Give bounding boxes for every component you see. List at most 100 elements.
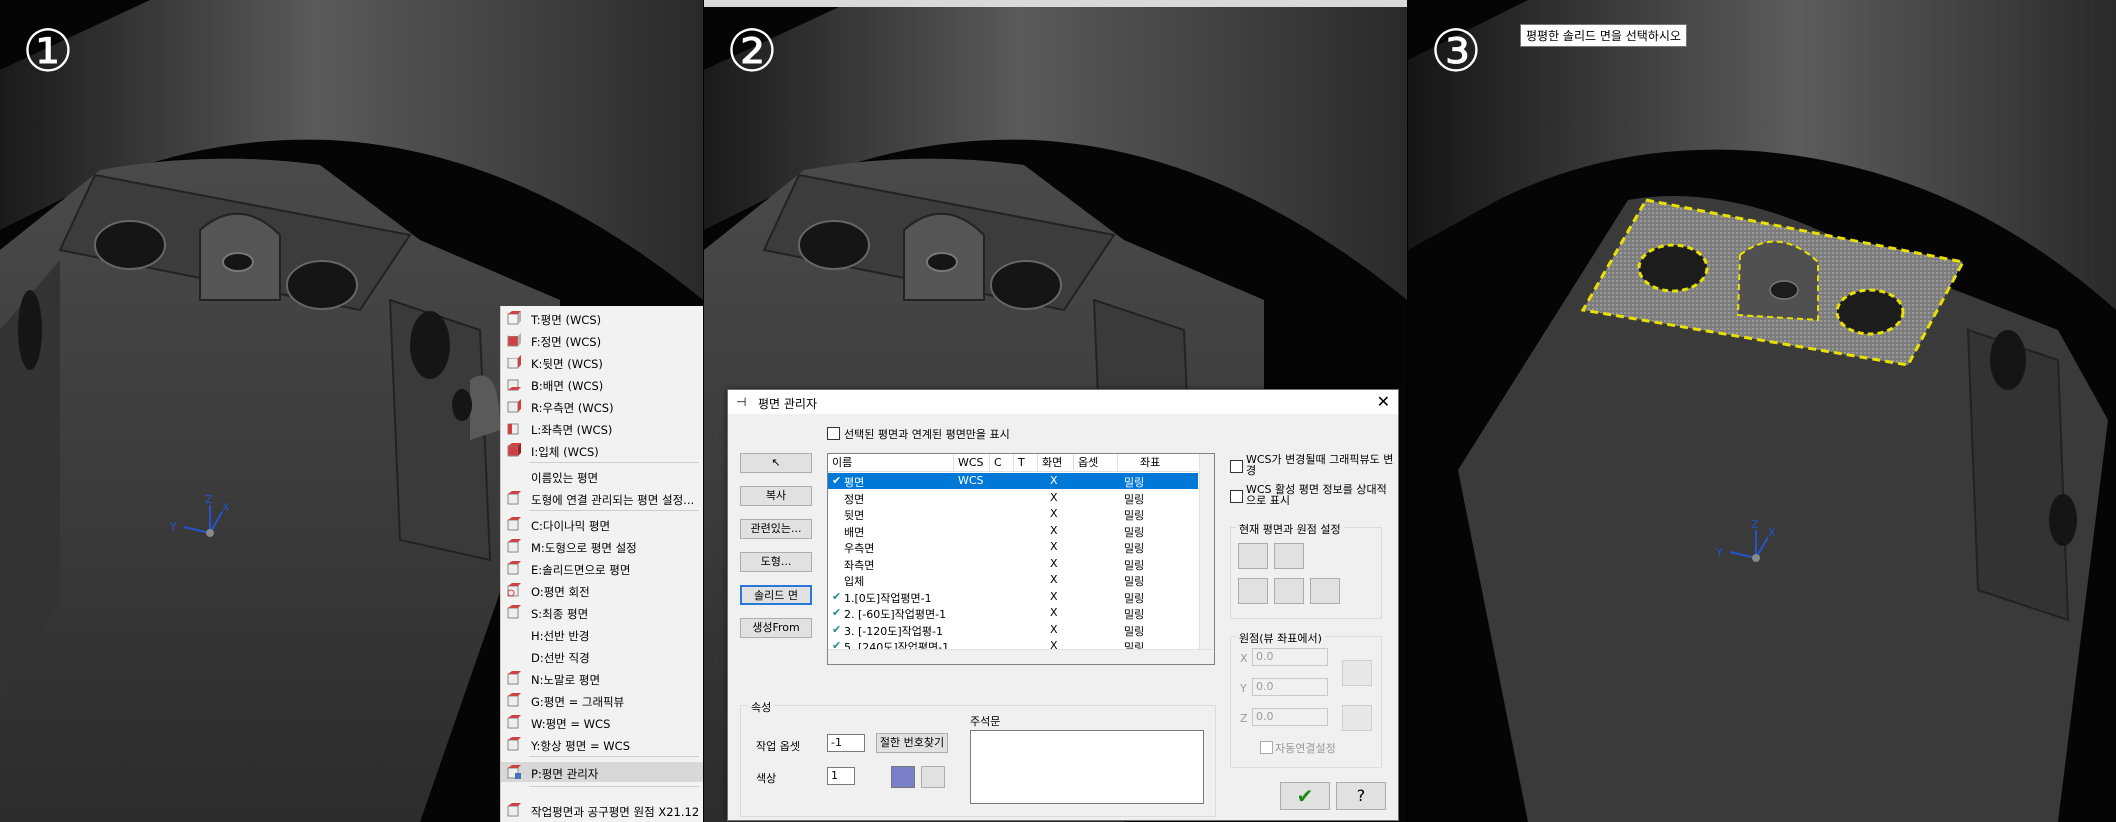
work-offset-input[interactable]: -1 [827, 734, 865, 752]
create-from-button[interactable]: 생성From [740, 618, 812, 638]
plane-list[interactable]: 이름 WCS C T 화면 옵셋 좌표 ✔ 평면 WCS X 밀링 정면 X 밀링 뒷면 X 밀링 배… [827, 453, 1215, 665]
pick-origin-icon[interactable] [1342, 660, 1372, 686]
plane-row[interactable]: 입체 X 밀링 [828, 572, 1198, 588]
plane-cube-icon [506, 420, 522, 436]
menu-item-bottom[interactable]: B:배면 (WCS) [501, 374, 703, 394]
plane-cube-icon [506, 692, 522, 708]
current-plane-group [1230, 527, 1382, 619]
plane-row-name: 좌측면 [844, 558, 875, 572]
menu-item-origin[interactable]: 작업평면과 공구평면 원점 X21.12 Y [501, 800, 703, 820]
plane-row[interactable]: 정면 X 밀링 [828, 490, 1198, 506]
step-number-1: ① [22, 17, 74, 85]
viewport-step-3[interactable]: Z Y X ③ [1408, 0, 2116, 822]
menu-item-rotate[interactable]: O:평면 회전 [501, 580, 703, 600]
col-name[interactable]: 이름 [828, 454, 954, 472]
close-icon[interactable]: ✕ [1377, 392, 1390, 411]
ok-button[interactable]: ✔ [1280, 782, 1330, 810]
menu-item-top[interactable]: T:평면 (WCS) [501, 308, 703, 328]
plane-manager-dialog: ⊣ 평면 관리자 ✕ 선택된 평면과 연계된 평면만을 표시 ↖ 복사 관련있는… [727, 389, 1399, 821]
origin-z-input[interactable]: 0.0 [1252, 708, 1328, 726]
menu-item-solid-face[interactable]: E:솔리드면으로 평면 [501, 558, 703, 578]
plane-row-name: 평면 [844, 476, 865, 489]
select-button[interactable]: ↖ [740, 453, 812, 473]
menu-item-back[interactable]: K:뒷면 (WCS) [501, 352, 703, 372]
plane-row-check: ✔ [832, 622, 842, 636]
plane-row-coord: 밀링 [1124, 492, 1145, 506]
solid-face-button[interactable]: 솔리드 면 [740, 585, 812, 605]
title-strip [704, 0, 1407, 7]
plane-row[interactable]: 뒷면 X 밀링 [828, 506, 1198, 522]
plane-row-coord: 밀링 [1124, 509, 1145, 522]
plane-row-screen: X [1050, 573, 1058, 586]
vertical-scrollbar[interactable] [1199, 454, 1214, 650]
reset-origin-icon[interactable] [1342, 705, 1372, 731]
comment-textarea[interactable] [970, 730, 1204, 804]
plane-row[interactable]: ✔ 1.[0도]작업평면-1 X 밀링 [828, 589, 1198, 605]
current-plane-title: 현재 평면과 원점 설정 [1236, 521, 1344, 537]
plane-manager-icon [506, 764, 522, 780]
plane-row[interactable]: ✔ 3. [-120도]작업평-1 X 밀링 [828, 622, 1198, 638]
col-offset[interactable]: 옵셋 [1074, 454, 1118, 472]
plane-row[interactable]: 우측면 X 밀링 [828, 539, 1198, 555]
set-plane-icon[interactable] [1238, 543, 1268, 569]
color-palette-icon[interactable] [921, 766, 945, 788]
menu-item-lathe-radius[interactable]: H:선반 반경 [501, 624, 703, 644]
col-wcs[interactable]: WCS [954, 454, 990, 472]
menu-item-geometry-linked[interactable]: 도형에 연결 관리되는 평면 설정... [501, 488, 703, 508]
color-input[interactable]: 1 [827, 767, 855, 785]
menu-item-graphic-view[interactable]: G:평면 = 그래픽뷰 [501, 690, 703, 710]
plane-row[interactable]: 배면 X 밀링 [828, 523, 1198, 539]
find-number-button[interactable]: 절한 번호찾기 [876, 733, 948, 753]
auto-link-checkbox[interactable] [1260, 741, 1273, 754]
menu-item-last[interactable]: S:최종 평면 [501, 602, 703, 622]
step-number-3: ③ [1430, 17, 1482, 85]
plane-row-coord: 밀링 [1124, 476, 1145, 489]
cancel-icon[interactable] [1310, 578, 1340, 604]
menu-item-plane-manager[interactable]: P:평면 관리자 [501, 762, 703, 782]
plane-row-screen: X [1050, 523, 1058, 537]
menu-item-front[interactable]: F:정면 (WCS) [501, 330, 703, 350]
plane-cube-icon [506, 490, 522, 506]
x-label: X [1240, 652, 1248, 665]
col-coord[interactable]: 좌표 [1118, 454, 1200, 472]
origin-x-input[interactable]: 0.0 [1252, 648, 1328, 666]
viewport-step-1[interactable]: Z Y X ① T:평면 (WCS) F:정면 (WCS) K:뒷면 (WCS)… [0, 0, 703, 822]
set-tool-icon[interactable] [1274, 543, 1304, 569]
plane-cube-icon [506, 538, 522, 554]
plane-row-coord: 밀링 [1124, 558, 1145, 572]
plane-row[interactable]: ✔ 평면 WCS X 밀링 [828, 473, 1198, 489]
color-swatch[interactable] [891, 766, 915, 788]
wcs-relative-checkbox[interactable] [1230, 490, 1243, 503]
plane-row[interactable]: ✔ 2. [-60도]작업평면-1 X 밀링 [828, 605, 1198, 621]
svg-text:X: X [222, 501, 230, 514]
menu-item-iso[interactable]: I:입체 (WCS) [501, 440, 703, 460]
set-origin-icon[interactable] [1238, 578, 1268, 604]
col-t[interactable]: T [1014, 454, 1038, 472]
menu-separator [529, 510, 699, 511]
show-linked-checkbox[interactable] [827, 427, 840, 440]
menu-item-named-planes[interactable]: 이름있는 평면 [501, 466, 703, 486]
menu-item-by-geometry[interactable]: M:도형으로 평면 설정 [501, 536, 703, 556]
origin-y-input[interactable]: 0.0 [1252, 678, 1328, 696]
related-button[interactable]: 관련있는... [740, 519, 812, 539]
properties-title: 속성 [748, 699, 775, 715]
menu-item-plane-wcs[interactable]: W:평면 = WCS [501, 712, 703, 732]
menu-item-normal[interactable]: N:노말로 평면 [501, 668, 703, 688]
wcs-graphic-checkbox[interactable] [1230, 460, 1243, 473]
copy-button[interactable]: 복사 [740, 486, 812, 506]
menu-item-left[interactable]: L:좌측면 (WCS) [501, 418, 703, 438]
horizontal-scrollbar[interactable] [828, 649, 1214, 664]
pin-icon[interactable]: ⊣ [736, 395, 746, 409]
menu-item-always-wcs[interactable]: Y:항상 평면 = WCS [501, 734, 703, 754]
equal-icon[interactable] [1274, 578, 1304, 604]
help-button[interactable]: ? [1336, 782, 1386, 810]
plane-row-screen: X [1050, 540, 1058, 553]
plane-row[interactable]: 좌측면 X 밀링 [828, 556, 1198, 572]
col-c[interactable]: C [990, 454, 1014, 472]
col-screen[interactable]: 화면 [1038, 454, 1074, 472]
menu-separator [529, 756, 699, 757]
geometry-button[interactable]: 도형... [740, 552, 812, 572]
menu-item-right[interactable]: R:우측면 (WCS) [501, 396, 703, 416]
menu-item-lathe-diameter[interactable]: D:선반 직경 [501, 646, 703, 666]
menu-item-dynamic[interactable]: C:다이나믹 평면 [501, 514, 703, 534]
